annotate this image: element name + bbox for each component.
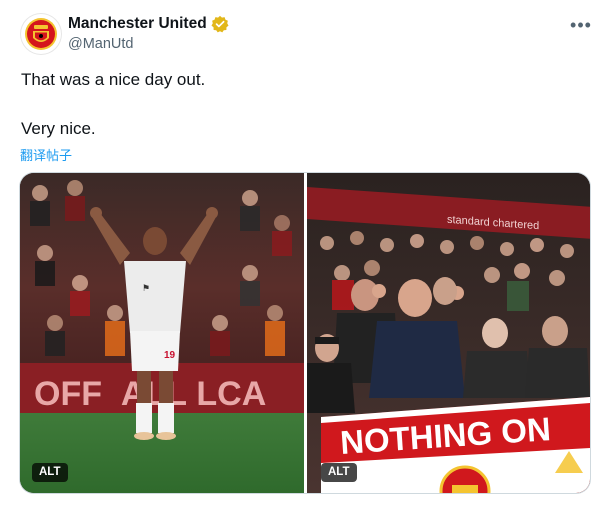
svg-text:⚑: ⚑ (142, 283, 150, 293)
shirt-number: 19 (164, 350, 176, 361)
fans-celebration-image: standard chartered NOTHING ON (307, 173, 590, 493)
photo-fans-celebrating[interactable]: standard chartered NOTHING ON ALT (307, 173, 590, 493)
author-handle[interactable]: @ManUtd (68, 36, 134, 52)
manchester-united-crest-icon (25, 18, 57, 50)
author-name-row: Manchester United (68, 14, 229, 34)
alt-text-button-left[interactable]: ALT (32, 463, 68, 482)
tweet-card: Manchester United @ManUtd ••• That was a… (0, 0, 600, 505)
avatar[interactable] (21, 14, 61, 54)
post-text-line-1: That was a nice day out. (21, 70, 206, 89)
player-celebration-image: OFF ALL LCA ⚑ 19 (20, 173, 304, 493)
post-text-line-2: Very nice. (21, 119, 96, 138)
alt-text-button-right[interactable]: ALT (321, 463, 357, 482)
translate-post-link[interactable]: 翻译帖子 (20, 145, 72, 164)
more-options-icon[interactable]: ••• (568, 14, 594, 36)
author-display-name[interactable]: Manchester United (68, 15, 207, 33)
verified-badge-icon (211, 15, 229, 33)
photo-player-celebrating[interactable]: OFF ALL LCA ⚑ 19 ALT (20, 173, 304, 493)
media-grid: OFF ALL LCA ⚑ 19 ALT standard chartered … (20, 173, 590, 493)
